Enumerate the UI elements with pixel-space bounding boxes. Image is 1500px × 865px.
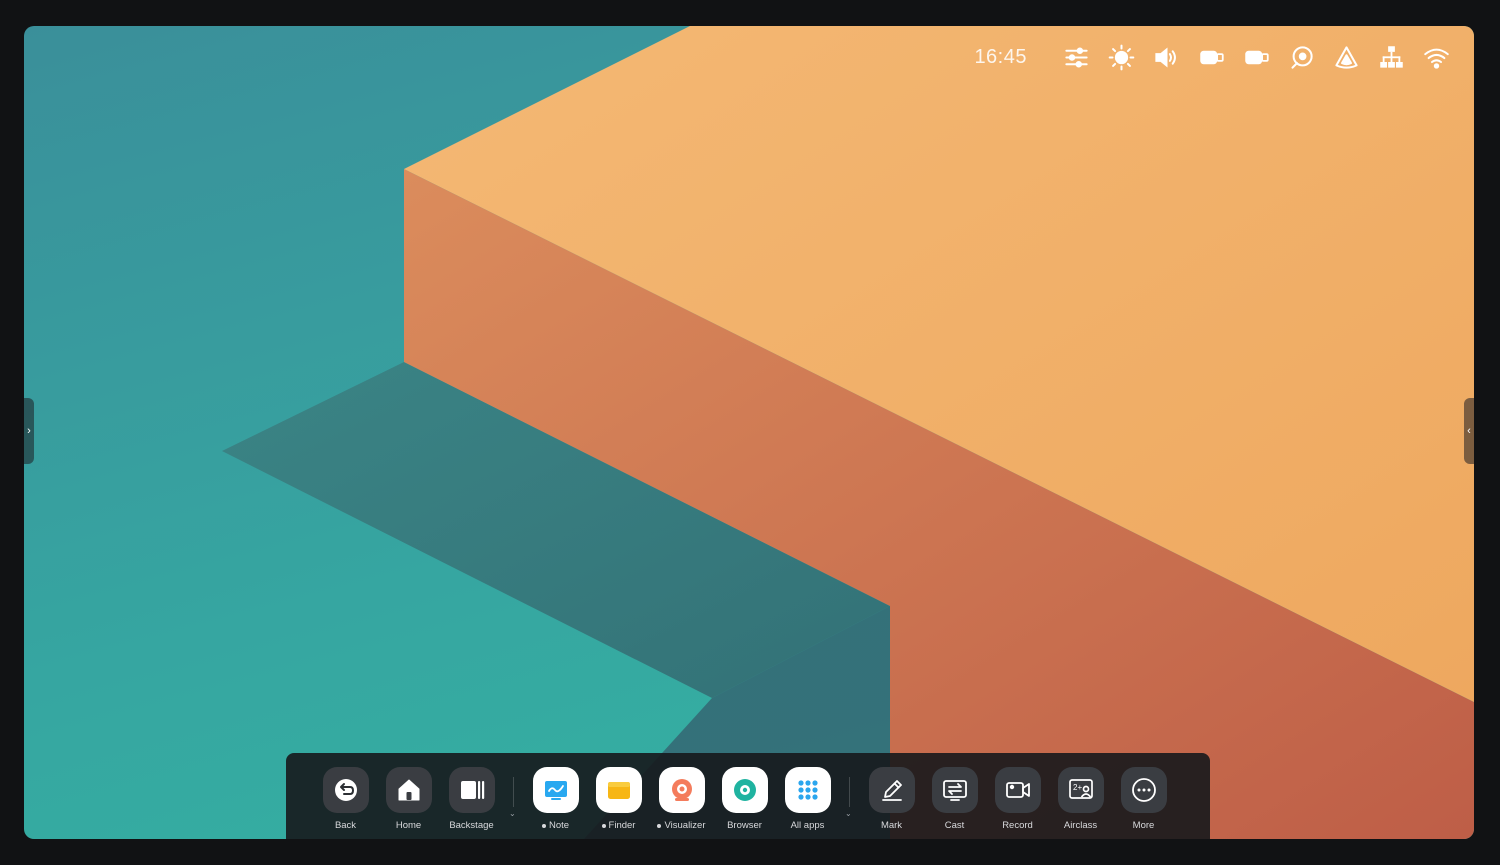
dock-all-apps-button[interactable]: All apps	[776, 753, 839, 831]
dock-label: Back	[334, 820, 357, 831]
airclass-icon: 2+	[1057, 767, 1104, 813]
record-icon	[994, 767, 1041, 813]
dock-more-button[interactable]: More	[1112, 753, 1175, 831]
dock-label: Home	[395, 820, 422, 831]
dock-backstage-button[interactable]: Backstage	[440, 753, 503, 831]
wallpaper	[222, 26, 1474, 839]
dock-label: Airclass	[1063, 820, 1098, 831]
right-sidebar-handle[interactable]: ‹	[1464, 398, 1474, 464]
cast-icon	[931, 767, 978, 813]
dock-label: More	[1132, 820, 1155, 831]
left-sidebar-handle[interactable]: ›	[24, 398, 34, 464]
dock-visualizer-app[interactable]: Visualizer	[650, 753, 713, 831]
cloud-app-icon[interactable]	[1333, 44, 1360, 71]
running-indicator	[541, 823, 546, 828]
dock-label: Mark	[880, 820, 903, 831]
screen: 16:45 › ‹ Back Home Backstage ⌄ Note Fin…	[24, 26, 1474, 839]
usb-icon[interactable]	[1198, 44, 1225, 71]
dock-label: Browser	[727, 820, 762, 831]
brightness-icon[interactable]	[1108, 44, 1135, 71]
dock-note-app[interactable]: Note	[524, 753, 587, 831]
dock-label: Backstage	[449, 820, 494, 831]
dock-mark-tool[interactable]: Mark	[860, 753, 923, 831]
camera-app-icon	[658, 767, 705, 813]
pen-icon	[868, 767, 915, 813]
wifi-icon[interactable]	[1423, 44, 1450, 71]
running-indicator	[601, 823, 606, 828]
clock: 16:45	[974, 45, 1027, 68]
dock-separator: ⌄	[509, 777, 516, 818]
back-icon	[322, 767, 369, 813]
dock-label: Finder	[601, 820, 636, 831]
dock-separator: ⌄	[845, 777, 852, 818]
dock-label: Cast	[944, 820, 965, 831]
app-name: Note	[548, 820, 570, 831]
disc-icon[interactable]	[1288, 44, 1315, 71]
note-app-icon	[532, 767, 579, 813]
folder-app-icon	[595, 767, 642, 813]
dock-back-button[interactable]: Back	[314, 753, 377, 831]
sliders-icon[interactable]	[1063, 44, 1090, 71]
chevron-down-icon[interactable]: ⌄	[845, 809, 852, 818]
chevron-right-icon: ›	[27, 425, 31, 437]
dock-finder-app[interactable]: Finder	[587, 753, 650, 831]
browser-app-icon	[721, 767, 768, 813]
usb-icon[interactable]	[1243, 44, 1270, 71]
chevron-down-icon[interactable]: ⌄	[509, 809, 516, 818]
app-name: Visualizer	[664, 820, 706, 831]
dock-cast-tool[interactable]: Cast	[923, 753, 986, 831]
volume-icon[interactable]	[1153, 44, 1180, 71]
network-icon[interactable]	[1378, 44, 1405, 71]
dock-airclass-tool[interactable]: 2+ Airclass	[1049, 753, 1112, 831]
backstage-icon	[448, 767, 495, 813]
home-icon	[385, 767, 432, 813]
running-indicator	[657, 823, 662, 828]
grid-icon	[784, 767, 831, 813]
dock-label: Note	[541, 820, 570, 831]
dock-label: All apps	[790, 820, 825, 831]
dock-browser-app[interactable]: Browser	[713, 753, 776, 831]
svg-text:2+: 2+	[1073, 783, 1082, 792]
dock-record-tool[interactable]: Record	[986, 753, 1049, 831]
dock-label: Visualizer	[657, 820, 706, 831]
status-bar: 16:45	[974, 42, 1450, 72]
dock-label: Record	[1002, 820, 1033, 831]
taskbar-dock: Back Home Backstage ⌄ Note Finder Visual…	[286, 753, 1210, 839]
app-name: Finder	[608, 820, 636, 831]
more-icon	[1120, 767, 1167, 813]
chevron-left-icon: ‹	[1467, 425, 1471, 437]
dock-home-button[interactable]: Home	[377, 753, 440, 831]
